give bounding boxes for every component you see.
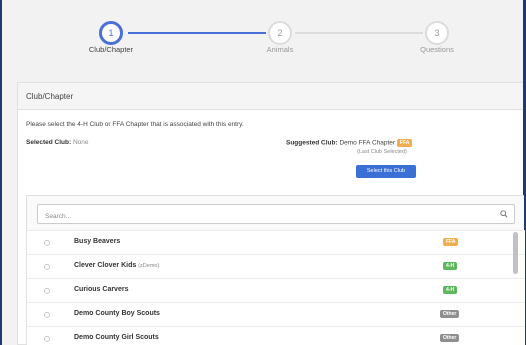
step-2-circle[interactable]: 2 (268, 21, 292, 45)
step-3-label: Questions (420, 45, 454, 54)
club-name: Clever Clover Kids (zDemo) (74, 262, 159, 269)
suggested-club-label: Suggested Club: (286, 139, 338, 147)
club-subtext: (zDemo) (138, 263, 160, 269)
panel-title: Club/Chapter (18, 83, 523, 110)
last-selected-note: (Last Club Selected) (357, 149, 407, 155)
step-1-label: Club/Chapter (88, 45, 134, 54)
club-name: Busy Beavers (74, 238, 120, 245)
search-box (37, 204, 515, 226)
list-scrollbar[interactable] (513, 232, 518, 274)
radio-button[interactable] (44, 288, 50, 294)
club-list: Busy Beavers FFA Clever Clover Kids (zDe… (26, 195, 525, 345)
selected-club: Selected Club: None (26, 139, 89, 146)
step-2-label: Animals (266, 45, 294, 54)
club-name-text: Busy Beavers (74, 238, 121, 245)
step-3-circle[interactable]: 3 (425, 21, 449, 45)
suggested-club: Suggested Club: Demo FFA Chapter FFA (286, 139, 413, 147)
club-name: Curious Carvers (74, 286, 128, 293)
other-badge: Other (440, 310, 460, 318)
club-row-clever-clover-kids[interactable]: Clever Clover Kids (zDemo) 4-H (27, 254, 525, 278)
club-chapter-panel: Club/Chapter Please select the 4-H Club … (17, 82, 525, 345)
step-1-circle[interactable]: 1 (99, 21, 123, 45)
4h-badge: 4-H (443, 262, 458, 270)
club-name-text: Clever Clover Kids (74, 262, 137, 269)
club-name-text: Curious Carvers (74, 286, 129, 293)
radio-button[interactable] (44, 336, 50, 342)
4h-badge: 4-H (443, 286, 458, 294)
instruction-text: Please select the 4-H Club or FFA Chapte… (26, 121, 244, 128)
club-name: Demo County Girl Scouts (74, 334, 159, 341)
suggested-ffa-badge: FFA (396, 139, 413, 147)
radio-button[interactable] (44, 264, 50, 270)
ffa-badge: FFA (443, 238, 459, 246)
other-badge: Other (440, 334, 460, 342)
selected-club-label: Selected Club: (26, 139, 72, 146)
club-name-text: Demo County Girl Scouts (74, 334, 159, 341)
suggested-club-value: Demo FFA Chapter (339, 139, 396, 147)
club-row-curious-carvers[interactable]: Curious Carvers 4-H (27, 278, 525, 302)
page: 1 Club/Chapter 2 Animals 3 Questions Clu… (2, 0, 525, 345)
club-name-text: Demo County Boy Scouts (74, 310, 160, 317)
club-row-demo-county-boy-scouts[interactable]: Demo County Boy Scouts Other (27, 302, 525, 326)
radio-button[interactable] (44, 312, 50, 318)
wizard-steps: 1 Club/Chapter 2 Animals 3 Questions (2, 0, 523, 80)
step-connector-2 (295, 32, 423, 34)
search-icon[interactable] (500, 210, 508, 218)
club-row-busy-beavers[interactable]: Busy Beavers FFA (27, 230, 525, 254)
search-input[interactable] (38, 207, 478, 226)
radio-button[interactable] (44, 240, 50, 246)
select-this-club-button[interactable]: Select this Club (356, 165, 416, 178)
selected-club-value: None (72, 139, 89, 146)
club-name: Demo County Boy Scouts (74, 310, 160, 317)
club-row-demo-county-girl-scouts[interactable]: Demo County Girl Scouts Other (27, 326, 525, 345)
step-connector-1 (128, 32, 266, 34)
